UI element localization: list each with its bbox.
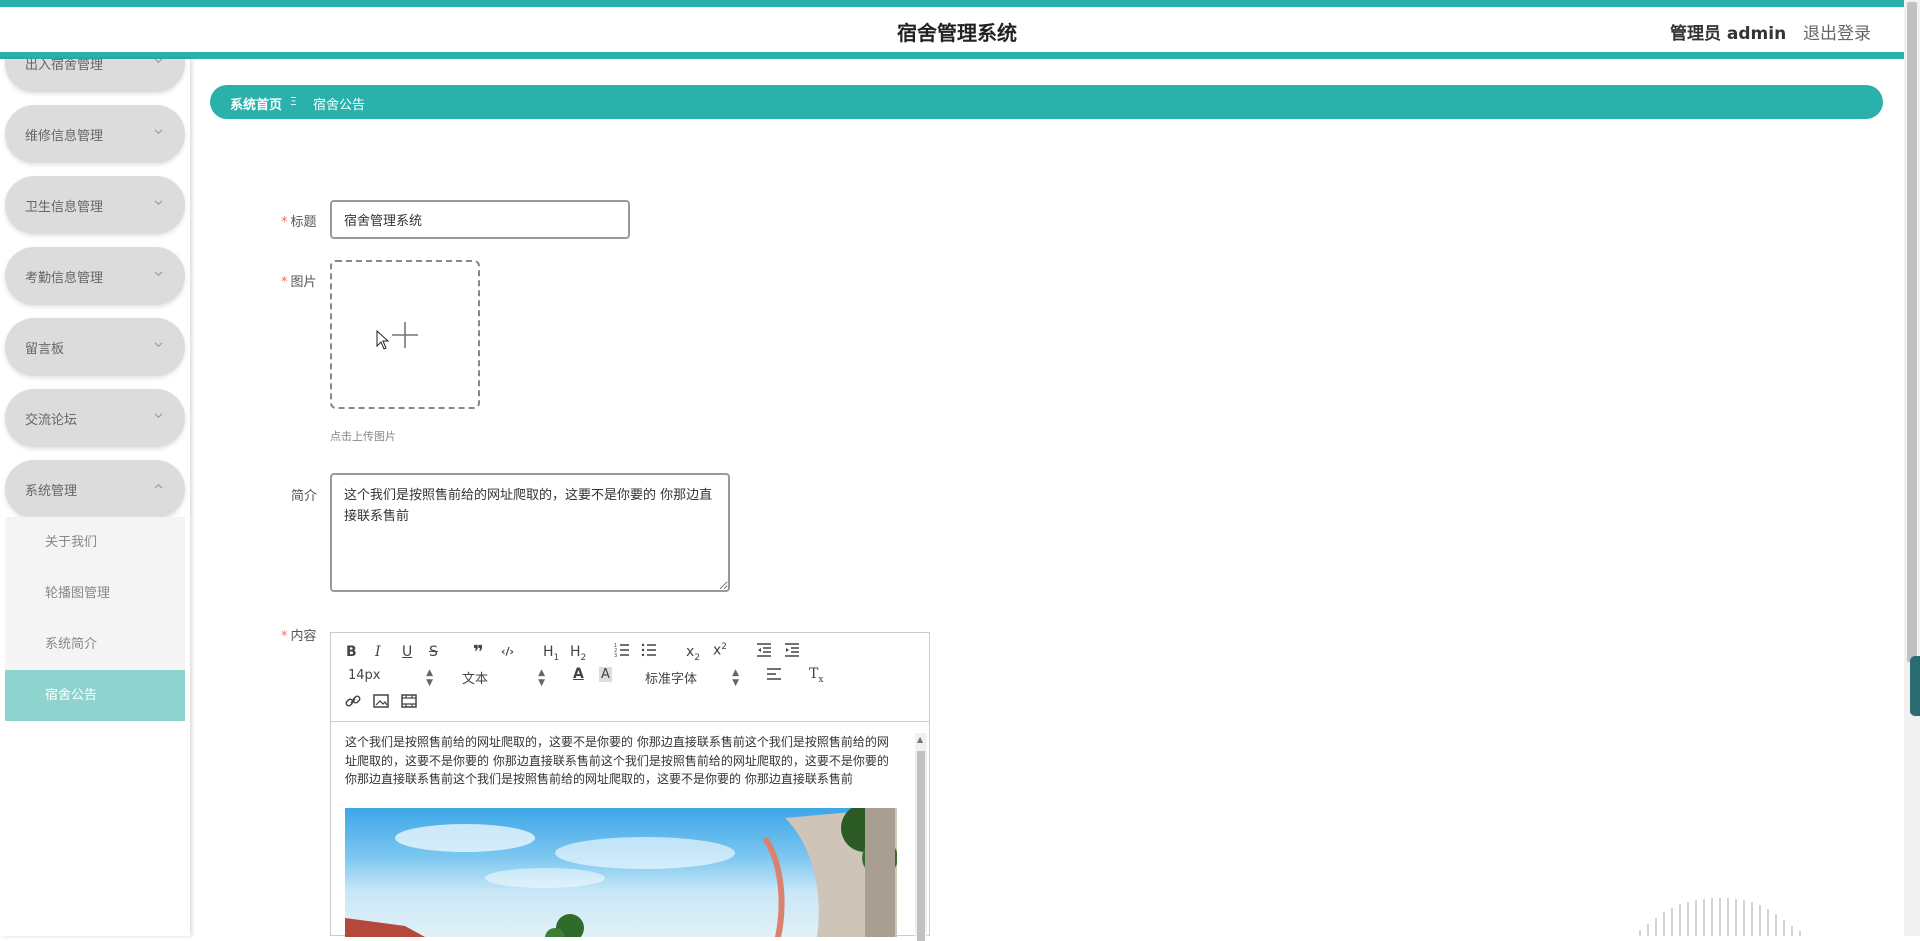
image-label: * 图片 xyxy=(281,271,317,290)
chevron-down-icon xyxy=(154,411,163,420)
video-icon[interactable] xyxy=(401,693,417,713)
clear-format-icon[interactable]: Tx xyxy=(809,666,823,685)
sidebar-item-message-board[interactable]: 留言板 xyxy=(5,318,185,376)
breadcrumb-home[interactable]: 系统首页 xyxy=(230,94,282,113)
editor-toolbar: B I U S ❞ ‹/› H1 H2 123 x2 x2 14px ▲ ▼ 文本… xyxy=(331,633,929,722)
system-management-submenu: 关于我们 轮播图管理 系统简介 宿舍公告 xyxy=(5,517,185,721)
required-mark: * xyxy=(281,215,288,230)
submenu-item-carousel[interactable]: 轮播图管理 xyxy=(5,568,185,619)
scroll-up-icon[interactable]: ▲ xyxy=(917,735,923,744)
sidebar: 出入宿舍管理 维修信息管理 卫生信息管理 考勤信息管理 留言板 交流论坛 系统管… xyxy=(0,59,190,936)
submenu-item-about-us[interactable]: 关于我们 xyxy=(5,517,185,568)
editor-scrollbar[interactable]: ▲ xyxy=(915,733,927,941)
campus-photo-illustration xyxy=(345,808,897,937)
heading2-icon[interactable]: H2 xyxy=(570,644,586,663)
underline-icon[interactable]: U xyxy=(402,644,412,660)
blockquote-icon[interactable]: ❞ xyxy=(473,642,484,663)
outdent-icon[interactable] xyxy=(756,642,772,662)
title-label-text: 标题 xyxy=(290,215,317,230)
content-label: * 内容 xyxy=(281,625,317,644)
sidebar-item-label: 考勤信息管理 xyxy=(25,271,104,286)
sidebar-item-hygiene[interactable]: 卫生信息管理 xyxy=(5,176,185,234)
bold-icon[interactable]: B xyxy=(346,644,357,660)
select-arrows-icon: ▲ ▼ xyxy=(732,668,739,688)
select-arrows-icon: ▲ ▼ xyxy=(538,668,545,688)
required-mark: * xyxy=(281,629,288,644)
title-input[interactable] xyxy=(330,200,630,239)
header-bottom-stripe xyxy=(0,52,1920,59)
sidebar-item-label: 出入宿舍管理 xyxy=(25,59,104,73)
bullet-list-icon[interactable] xyxy=(641,642,657,662)
font-family-select[interactable]: 标准字体 ▲ ▼ xyxy=(645,668,739,688)
chevron-down-icon xyxy=(154,340,163,349)
chevron-down-icon xyxy=(154,59,163,65)
sidebar-item-label: 维修信息管理 xyxy=(25,129,104,144)
upload-tip: 点击上传图片 xyxy=(330,430,396,443)
app-title: 宿舍管理系统 xyxy=(897,21,1017,45)
indent-icon[interactable] xyxy=(784,642,800,662)
sidebar-item-dorm-access[interactable]: 出入宿舍管理 xyxy=(5,59,185,92)
submenu-item-system-intro[interactable]: 系统简介 xyxy=(5,619,185,670)
code-block-icon[interactable]: ‹/› xyxy=(501,645,514,658)
superscript-icon[interactable]: x2 xyxy=(713,642,727,659)
rich-text-editor: B I U S ❞ ‹/› H1 H2 123 x2 x2 14px ▲ ▼ 文本… xyxy=(330,632,930,941)
image-upload-box[interactable] xyxy=(330,260,480,409)
breadcrumb: 系统首页 Ξ 宿舍公告 xyxy=(210,85,1883,119)
chevron-down-icon xyxy=(154,269,163,278)
chevron-down-icon xyxy=(154,127,163,136)
required-mark: * xyxy=(281,275,288,290)
sidebar-item-label: 卫生信息管理 xyxy=(25,200,104,215)
subscript-icon[interactable]: x2 xyxy=(686,644,700,663)
page-scrollbar[interactable] xyxy=(1904,0,1920,936)
sidebar-item-system-management[interactable]: 系统管理 xyxy=(5,460,185,518)
sidebar-item-label: 留言板 xyxy=(25,342,65,357)
chevron-up-icon xyxy=(154,482,163,491)
breadcrumb-separator: Ξ xyxy=(290,95,297,108)
sidebar-item-attendance[interactable]: 考勤信息管理 xyxy=(5,247,185,305)
title-label: * 标题 xyxy=(281,211,317,230)
content-label-text: 内容 xyxy=(290,629,317,644)
image-icon[interactable] xyxy=(373,693,389,713)
mouse-cursor-icon xyxy=(376,329,390,354)
top-accent-stripe xyxy=(0,0,1920,7)
image-label-text: 图片 xyxy=(290,275,317,290)
submenu-item-dorm-notice[interactable]: 宿舍公告 xyxy=(5,670,185,721)
side-widget-handle[interactable] xyxy=(1910,656,1920,716)
select-arrows-icon: ▲ ▼ xyxy=(426,668,433,688)
sidebar-item-repair[interactable]: 维修信息管理 xyxy=(5,105,185,163)
editor-content-text: 这个我们是按照售前给的网址爬取的，这要不是你要的 你那边直接联系售前这个我们是按… xyxy=(345,735,889,786)
page-scrollbar-thumb[interactable] xyxy=(1907,2,1917,662)
ordered-list-icon[interactable]: 123 xyxy=(614,642,630,662)
heading-style-select[interactable]: 文本 ▲ ▼ xyxy=(462,668,545,688)
intro-label: 简介 xyxy=(291,489,318,504)
font-size-value: 14px xyxy=(348,668,381,683)
editor-content[interactable]: 这个我们是按照售前给的网址爬取的，这要不是你要的 你那边直接联系售前这个我们是按… xyxy=(345,733,897,937)
editor-scrollbar-thumb[interactable] xyxy=(917,751,925,941)
font-color-icon[interactable]: A xyxy=(573,666,584,682)
align-icon[interactable] xyxy=(766,666,782,686)
content-image xyxy=(345,808,897,937)
svg-text:3: 3 xyxy=(614,653,617,658)
breadcrumb-current: 宿舍公告 xyxy=(313,98,366,113)
intro-textarea[interactable]: 这个我们是按照售前给的网址爬取的，这要不是你要的 你那边直接联系售前 xyxy=(330,473,730,592)
heading1-icon[interactable]: H1 xyxy=(543,644,559,663)
link-icon[interactable] xyxy=(345,693,361,713)
italic-icon[interactable]: I xyxy=(375,644,381,660)
background-color-icon[interactable]: A xyxy=(599,667,612,682)
chevron-down-icon xyxy=(154,198,163,207)
top-bar: 宿舍管理系统 管理员 admin 退出登录 xyxy=(0,0,1920,60)
strikethrough-icon[interactable]: S xyxy=(429,644,438,660)
font-family-value: 标准字体 xyxy=(645,672,698,687)
current-user-label: 管理员 admin xyxy=(1670,24,1787,44)
sidebar-item-label: 系统管理 xyxy=(25,484,78,499)
logout-link[interactable]: 退出登录 xyxy=(1803,19,1871,44)
sidebar-item-label: 交流论坛 xyxy=(25,413,78,428)
heading-style-value: 文本 xyxy=(462,672,489,687)
plus-icon xyxy=(390,320,420,350)
sidebar-item-forum[interactable]: 交流论坛 xyxy=(5,389,185,447)
decorative-bars xyxy=(1639,898,1801,936)
font-size-select[interactable]: 14px ▲ ▼ xyxy=(348,668,433,688)
